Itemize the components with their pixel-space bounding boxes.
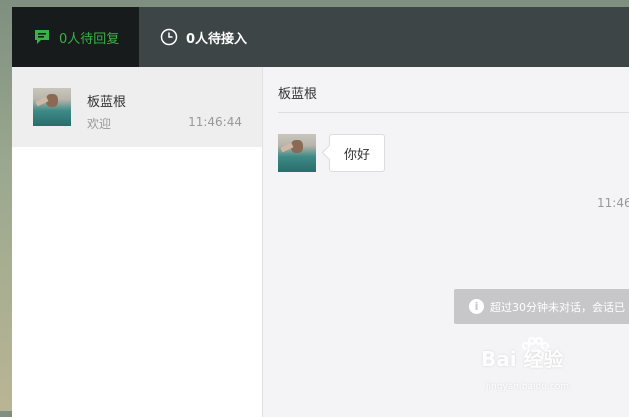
tab-waiting-reply-label: 0人待回复 — [59, 31, 120, 47]
tab-waiting-accept[interactable]: 0人待接入 — [139, 7, 299, 67]
timeout-notice: i 超过30分钟未对话，会话已 — [454, 289, 629, 324]
baidu-watermark: Bai 经验 — [481, 347, 564, 371]
baidu-watermark-url: jingyan.baidu.com — [486, 382, 570, 392]
tab-waiting-reply[interactable]: 0人待回复 — [12, 7, 139, 67]
session-time: 11:46:44 — [188, 115, 242, 129]
tab-waiting-accept-label: 0人待接入 — [186, 31, 248, 47]
message-bubble: 你好 — [329, 134, 386, 172]
top-bar: 0人待回复 0人待接入 — [12, 7, 629, 67]
clock-icon — [158, 26, 180, 48]
chat-bubble-icon — [31, 26, 53, 48]
chat-panel: 板蓝根 你好 11:46 i 超过30分钟未对话，会话已 — [263, 67, 629, 417]
message-time: 11:46 — [597, 196, 629, 210]
timeout-notice-text: 超过30分钟未对话，会话已 — [490, 300, 625, 314]
session-name: 板蓝根 — [87, 95, 127, 110]
avatar — [278, 134, 316, 172]
session-list: 板蓝根 欢迎 11:46:44 — [12, 67, 263, 417]
chat-title: 板蓝根 — [278, 87, 318, 102]
info-icon: i — [469, 299, 484, 314]
session-last-message: 欢迎 — [87, 117, 112, 131]
avatar — [33, 88, 71, 126]
divider — [278, 112, 629, 113]
session-item[interactable]: 板蓝根 欢迎 11:46:44 — [12, 67, 262, 147]
